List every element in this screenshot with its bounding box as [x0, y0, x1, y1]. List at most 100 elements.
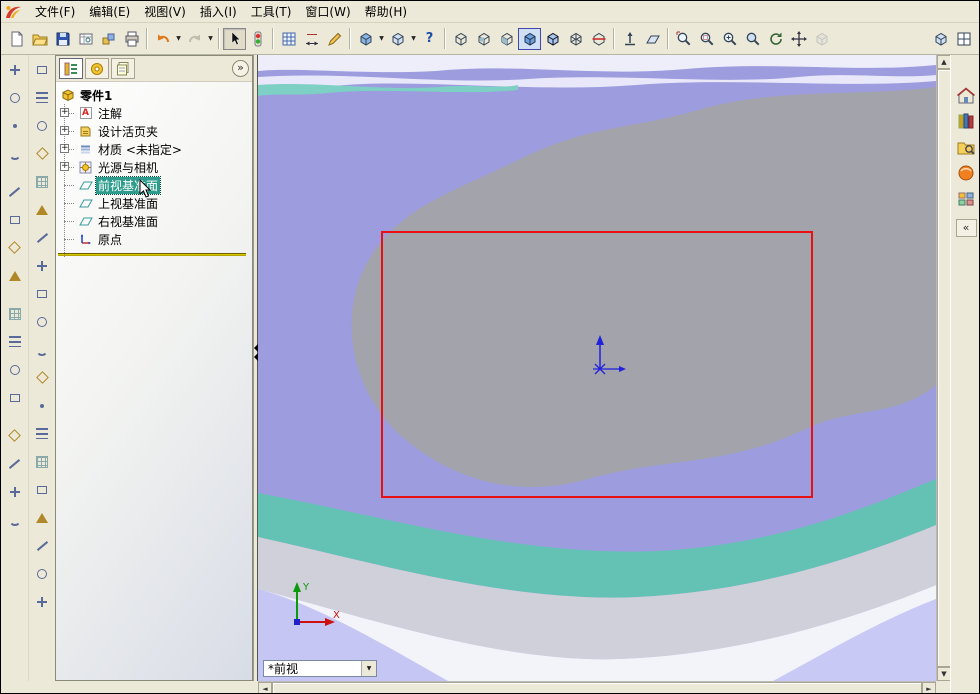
- view-orientation-dropdown-button[interactable]: ▼: [377, 35, 386, 42]
- feature-tool-9-button[interactable]: [30, 282, 54, 305]
- left-tool-10-button[interactable]: [3, 330, 27, 353]
- left-tool-12-button[interactable]: [3, 386, 27, 409]
- horizontal-scrollbar[interactable]: ◄ ►: [258, 681, 936, 693]
- view-palette-button[interactable]: [954, 187, 979, 211]
- rebuild-button[interactable]: [246, 28, 269, 50]
- undo-button[interactable]: [151, 28, 174, 50]
- tree-item-front-plane[interactable]: 前视基准面: [56, 175, 252, 195]
- four-viewport-button[interactable]: [952, 28, 975, 50]
- tab-property-manager[interactable]: [85, 58, 109, 79]
- left-tool-5-button[interactable]: [3, 180, 27, 203]
- single-viewport-button[interactable]: [929, 28, 952, 50]
- menu-edit[interactable]: 编辑(E): [82, 1, 137, 22]
- feature-tool-8-button[interactable]: [30, 254, 54, 277]
- left-tool-2-button[interactable]: [3, 86, 27, 109]
- tree-item-lights-cameras[interactable]: + 光源与相机: [56, 158, 252, 176]
- menu-tools[interactable]: 工具(T): [244, 1, 299, 22]
- left-view-button[interactable]: [495, 28, 518, 50]
- scroll-right-button[interactable]: ►: [922, 682, 936, 693]
- tree-item-material[interactable]: + 材质 <未指定>: [56, 140, 252, 158]
- front-view-button[interactable]: [449, 28, 472, 50]
- expander-icon[interactable]: +: [60, 144, 69, 153]
- view-orientation-combo[interactable]: *前视 ▼: [263, 660, 377, 677]
- tree-item-annotations[interactable]: + A 注解: [56, 104, 252, 122]
- sketch-button[interactable]: [277, 28, 300, 50]
- wireframe-view-button[interactable]: [564, 28, 587, 50]
- menu-insert[interactable]: 插入(I): [193, 1, 244, 22]
- print-button[interactable]: [120, 28, 143, 50]
- solidworks-resources-button[interactable]: [954, 83, 979, 107]
- rollback-bar[interactable]: [58, 253, 246, 256]
- dimension-button[interactable]: [300, 28, 323, 50]
- vertical-scrollbar[interactable]: ▲ ▼: [936, 55, 951, 681]
- menu-window[interactable]: 窗口(W): [298, 1, 357, 22]
- expander-icon[interactable]: +: [60, 108, 69, 117]
- new-document-button[interactable]: [5, 28, 28, 50]
- feature-tool-14-button[interactable]: [30, 422, 54, 445]
- save-button[interactable]: [51, 28, 74, 50]
- tree-item-origin[interactable]: 原点: [56, 230, 252, 248]
- feature-tool-1-button[interactable]: [30, 58, 54, 81]
- left-tool-14-button[interactable]: [3, 452, 27, 475]
- shaded-edges-view-button[interactable]: [541, 28, 564, 50]
- standard-views-button[interactable]: [810, 28, 833, 50]
- left-tool-9-button[interactable]: [3, 302, 27, 325]
- feature-tool-11-button[interactable]: [30, 338, 54, 361]
- zoom-area-button[interactable]: [695, 28, 718, 50]
- zoom-fit-button[interactable]: [672, 28, 695, 50]
- scroll-down-button[interactable]: ▼: [937, 667, 951, 681]
- normal-to-button[interactable]: [618, 28, 641, 50]
- left-tool-6-button[interactable]: [3, 208, 27, 231]
- left-tool-16-button[interactable]: [3, 508, 27, 531]
- left-tool-4-button[interactable]: [3, 142, 27, 165]
- left-tool-1-button[interactable]: [3, 58, 27, 81]
- feature-tool-16-button[interactable]: [30, 478, 54, 501]
- menu-file[interactable]: 文件(F): [28, 1, 82, 22]
- make-assembly-button[interactable]: [97, 28, 120, 50]
- task-pane-collapse-button[interactable]: «: [955, 219, 977, 237]
- left-tool-8-button[interactable]: [3, 264, 27, 287]
- left-tool-11-button[interactable]: [3, 358, 27, 381]
- display-style-button[interactable]: [386, 28, 409, 50]
- expander-icon[interactable]: +: [60, 162, 69, 171]
- redo-button[interactable]: [183, 28, 206, 50]
- graphics-viewport[interactable]: Y X *前视 ▼: [258, 55, 936, 681]
- feature-tool-10-button[interactable]: [30, 310, 54, 333]
- design-library-button[interactable]: [954, 109, 979, 133]
- sketch-origin-icon[interactable]: [588, 333, 630, 379]
- make-drawing-button[interactable]: [74, 28, 97, 50]
- search-button[interactable]: [954, 161, 979, 185]
- shaded-view-button[interactable]: [518, 27, 541, 50]
- feature-tool-6-button[interactable]: [30, 198, 54, 221]
- 3d-drawing-view-button[interactable]: [641, 28, 664, 50]
- display-style-dropdown-button[interactable]: ▼: [409, 35, 418, 42]
- feature-tool-19-button[interactable]: [30, 562, 54, 585]
- help-button[interactable]: ?: [418, 28, 441, 50]
- feature-tool-4-button[interactable]: [30, 142, 54, 165]
- feature-tool-5-button[interactable]: [30, 170, 54, 193]
- tree-item-top-plane[interactable]: 上视基准面: [56, 194, 252, 212]
- panel-expand-button[interactable]: »: [232, 60, 249, 77]
- feature-tool-12-button[interactable]: [30, 366, 54, 389]
- feature-tool-17-button[interactable]: [30, 506, 54, 529]
- feature-tool-15-button[interactable]: [30, 450, 54, 473]
- left-tool-13-button[interactable]: [3, 424, 27, 447]
- scroll-up-button[interactable]: ▲: [937, 55, 951, 69]
- scroll-left-button[interactable]: ◄: [258, 682, 272, 693]
- left-tool-7-button[interactable]: [3, 236, 27, 259]
- feature-tool-7-button[interactable]: [30, 226, 54, 249]
- horizontal-scroll-thumb[interactable]: [272, 682, 922, 693]
- back-view-button[interactable]: [472, 28, 495, 50]
- vertical-scroll-thumb[interactable]: [937, 69, 951, 667]
- redo-dropdown-button[interactable]: ▼: [206, 35, 215, 42]
- feature-tool-13-button[interactable]: [30, 394, 54, 417]
- rotate-view-button[interactable]: [764, 28, 787, 50]
- feature-tool-3-button[interactable]: [30, 114, 54, 137]
- feature-tool-20-button[interactable]: [30, 590, 54, 613]
- left-tool-3-button[interactable]: [3, 114, 27, 137]
- feature-tool-18-button[interactable]: [30, 534, 54, 557]
- combo-dropdown-button[interactable]: ▼: [361, 661, 376, 676]
- tree-root-part[interactable]: 零件1: [56, 86, 252, 104]
- section-view-button[interactable]: [587, 28, 610, 50]
- expander-icon[interactable]: +: [60, 126, 69, 135]
